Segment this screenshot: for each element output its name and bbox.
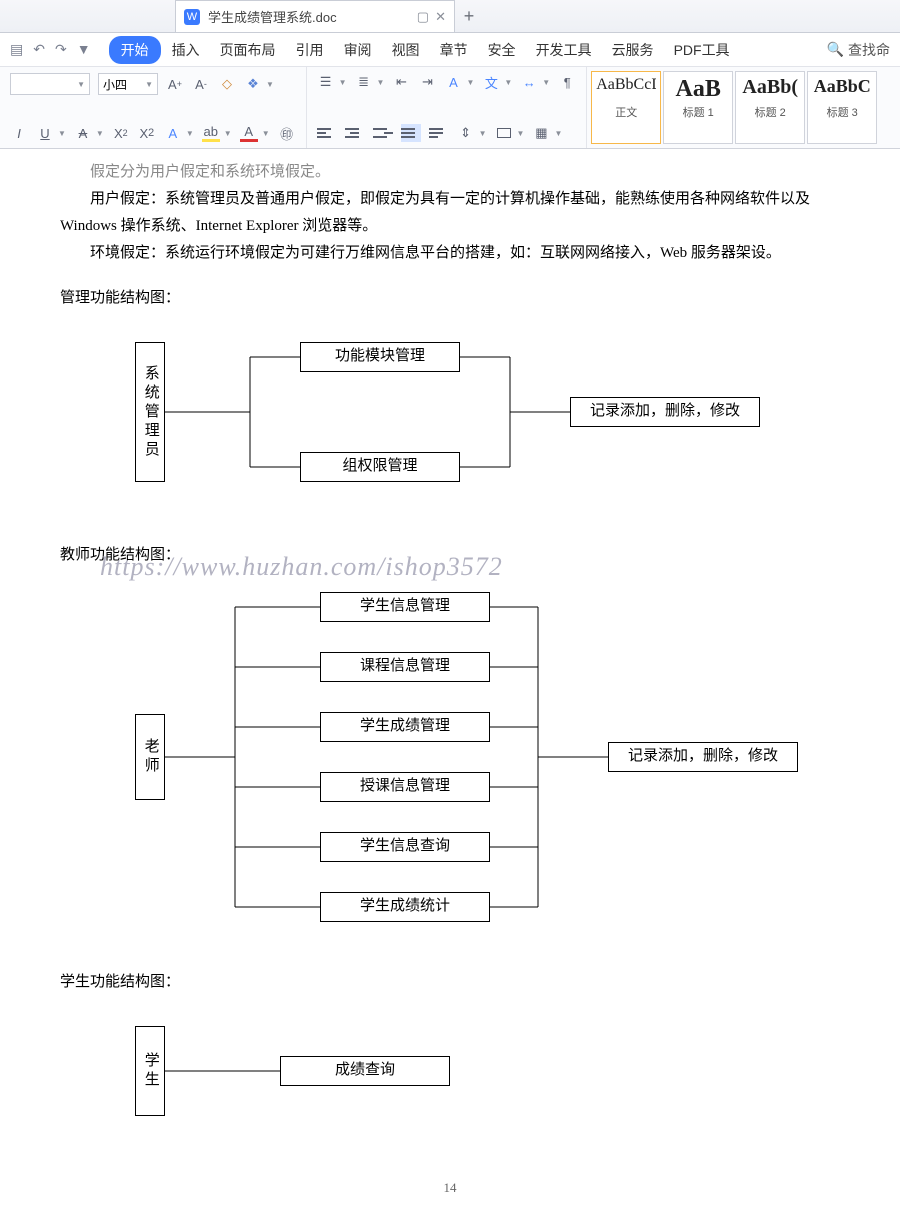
underline-button[interactable]: U <box>36 124 54 142</box>
font-size-select[interactable]: 小四▼ <box>98 73 158 95</box>
shrink-font-icon[interactable]: A- <box>192 75 210 93</box>
student-query-box: 学生信息查询 <box>320 832 490 862</box>
outdent-icon[interactable]: ⇤ <box>392 73 410 91</box>
tab-dev[interactable]: 开发工具 <box>527 36 601 64</box>
student-info-box: 学生信息管理 <box>320 592 490 622</box>
qat-dropdown-icon[interactable]: ▼ <box>77 41 91 58</box>
search-label: 查找命 <box>848 40 890 60</box>
style-heading1[interactable]: AaB 标题 1 <box>663 71 733 144</box>
course-info-box: 课程信息管理 <box>320 652 490 682</box>
style-preview: AaBb( <box>740 76 800 102</box>
undo-icon[interactable]: ↶ <box>33 41 45 58</box>
style-preview: AaBbCcDd <box>596 76 656 102</box>
crud-box: 记录添加，删除，修改 <box>570 397 760 427</box>
grade-query-box: 成绩查询 <box>280 1056 450 1086</box>
superscript-button[interactable]: X2 <box>112 124 130 142</box>
align-distribute-icon[interactable] <box>429 124 449 142</box>
borders-icon[interactable]: ▦ <box>532 124 550 142</box>
tab-close-icon[interactable]: ✕ <box>435 9 446 25</box>
asian-layout-icon[interactable]: 文 <box>482 73 500 91</box>
truncated-line: 假定分为用户假定和系统环境假定。 <box>60 159 840 186</box>
style-heading3[interactable]: AaBbC 标题 3 <box>807 71 877 144</box>
align-right-icon[interactable] <box>373 124 393 142</box>
styles-gallery: AaBbCcDd 正文 AaB 标题 1 AaBb( 标题 2 AaBbC 标题… <box>587 67 881 148</box>
section-heading: 学生功能结构图： <box>60 969 840 996</box>
tab-ref[interactable]: 引用 <box>287 36 333 64</box>
style-name: 标题 2 <box>740 104 800 120</box>
page-number: 14 <box>60 1176 840 1199</box>
grow-font-icon[interactable]: A+ <box>166 75 184 93</box>
teach-info-box: 授课信息管理 <box>320 772 490 802</box>
clear-format-icon[interactable]: ◇ <box>218 75 236 93</box>
italic-button[interactable]: I <box>10 124 28 142</box>
tab-section[interactable]: 章节 <box>431 36 477 64</box>
text-effects-icon[interactable]: A <box>164 124 182 142</box>
paragraph: 环境假定：系统运行环境假定为可建行万维网信息平台的搭建，如：互联网网络接入，We… <box>60 240 840 267</box>
indent-icon[interactable]: ⇥ <box>418 73 436 91</box>
style-preview: AaBbC <box>812 76 872 102</box>
tab-title: 学生成绩管理系统.doc <box>208 7 409 26</box>
new-tab-button[interactable]: + <box>455 0 483 32</box>
document-page: 假定分为用户假定和系统环境假定。 用户假定：系统管理员及普通用户假定，即假定为具… <box>0 149 900 1229</box>
dir-icon[interactable]: ↔ <box>520 73 538 91</box>
style-heading2[interactable]: AaBb( 标题 2 <box>735 71 805 144</box>
redo-icon[interactable]: ↷ <box>55 41 67 58</box>
align-left-icon[interactable] <box>317 124 337 142</box>
save-icon[interactable]: ▤ <box>10 41 23 58</box>
search-button[interactable]: 🔍 查找命 <box>827 40 890 60</box>
teacher-diagram: 老师 学生信息管理 课程信息管理 学生成绩管理 授课信息管理 学生信息查询 学生… <box>60 589 840 929</box>
student-box: 学生 <box>135 1026 165 1116</box>
document-tab[interactable]: W 学生成绩管理系统.doc ▢ ✕ <box>175 0 455 32</box>
tab-cloud[interactable]: 云服务 <box>603 36 663 64</box>
style-normal[interactable]: AaBbCcDd 正文 <box>591 71 661 144</box>
align-center-icon[interactable] <box>345 124 365 142</box>
crud-box: 记录添加，删除，修改 <box>608 742 798 772</box>
admin-box: 系统管理员 <box>135 342 165 482</box>
style-preview: AaB <box>668 76 728 102</box>
student-diagram: 学生 成绩查询 <box>60 1016 840 1136</box>
subscript-button[interactable]: X2 <box>138 124 156 142</box>
shading-icon[interactable] <box>495 124 513 142</box>
style-name: 正文 <box>596 104 656 120</box>
admin-diagram: 系统管理员 功能模块管理 组权限管理 记录添加，删除，修改 <box>60 332 840 502</box>
grade-stats-box: 学生成绩统计 <box>320 892 490 922</box>
show-marks-icon[interactable]: ¶ <box>558 73 576 91</box>
tab-security[interactable]: 安全 <box>479 36 525 64</box>
style-name: 标题 3 <box>812 104 872 120</box>
watermark: https://www.huzhan.com/ishop3572 <box>100 544 503 591</box>
tab-layout[interactable]: 页面布局 <box>211 36 285 64</box>
func-module-box: 功能模块管理 <box>300 342 460 372</box>
font-size-value: 小四 <box>103 76 127 93</box>
ribbon: ▼ 小四▼ A+ A- ◇ ❖▼ I U▼ A▼ X2 X2 A▼ ab▼ A▼… <box>0 67 900 149</box>
tab-start[interactable]: 开始 <box>109 36 161 64</box>
style-name: 标题 1 <box>668 104 728 120</box>
strike-button[interactable]: A <box>74 124 92 142</box>
sort-icon[interactable]: A <box>444 73 462 91</box>
grade-mgmt-box: 学生成绩管理 <box>320 712 490 742</box>
highlight-icon[interactable]: ab <box>202 124 220 142</box>
menu-bar: ▤ ↶ ↷ ▼ 开始 插入 页面布局 引用 审阅 视图 章节 安全 开发工具 云… <box>0 33 900 67</box>
numbering-icon[interactable]: ≣ <box>355 73 373 91</box>
title-tab-bar: W 学生成绩管理系统.doc ▢ ✕ + <box>0 0 900 33</box>
tab-review[interactable]: 审阅 <box>335 36 381 64</box>
bullets-icon[interactable]: ☰ <box>317 73 335 91</box>
doc-icon: W <box>184 9 200 25</box>
align-justify-icon[interactable] <box>401 124 421 142</box>
section-heading: 管理功能结构图： <box>60 285 840 312</box>
paragraph: 用户假定：系统管理员及普通用户假定，即假定为具有一定的计算机操作基础，能熟练使用… <box>60 186 840 240</box>
tab-view[interactable]: 视图 <box>383 36 429 64</box>
group-perm-box: 组权限管理 <box>300 452 460 482</box>
change-case-icon[interactable]: ❖ <box>244 75 262 93</box>
teacher-box: 老师 <box>135 714 165 800</box>
tab-insert[interactable]: 插入 <box>163 36 209 64</box>
font-family-select[interactable]: ▼ <box>10 73 90 95</box>
line-spacing-icon[interactable]: ⇕ <box>457 124 475 142</box>
font-color-icon[interactable]: A <box>240 124 258 142</box>
tab-window-icon[interactable]: ▢ <box>417 9 429 25</box>
tab-pdf[interactable]: PDF工具 <box>665 36 739 64</box>
enclose-icon[interactable]: ㊞ <box>278 124 296 142</box>
search-icon: 🔍 <box>827 41 844 58</box>
